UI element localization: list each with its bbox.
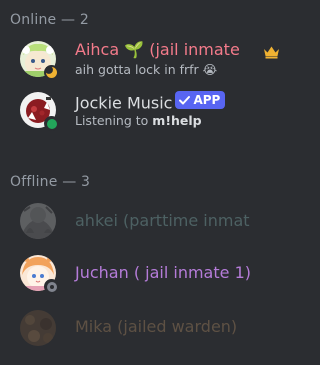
member-name: ahkei (parttime inmat — [75, 211, 250, 230]
member-jockie-music[interactable]: Jockie Music APP Listening to m!help — [0, 88, 293, 132]
member-juchan[interactable]: Juchan ( jail inmate 1) — [0, 251, 293, 295]
avatar — [20, 255, 59, 294]
online-section-header: Online — 2 — [10, 12, 89, 28]
crown-icon — [263, 44, 280, 63]
app-badge-label: APP — [193, 93, 221, 107]
member-name: Mika (jailed warden) — [75, 317, 238, 336]
activity-prefix: Listening to — [75, 113, 153, 128]
member-name: Jockie Music APP — [75, 91, 226, 114]
member-mika[interactable]: Mika (jailed warden) — [0, 306, 293, 350]
member-list: Online — 2 Aihca 🌱 (jail inmate aih gott… — [0, 0, 293, 365]
online-status-icon — [44, 116, 59, 131]
idle-status-icon — [44, 65, 59, 80]
member-activity: aih gotta lock in frfr 😭 — [75, 62, 218, 77]
member-name: Juchan ( jail inmate 1) — [75, 263, 251, 282]
avatar — [20, 203, 56, 239]
member-activity: Listening to m!help — [75, 113, 202, 129]
member-aihca[interactable]: Aihca 🌱 (jail inmate aih gotta lock in f… — [0, 37, 293, 81]
app-badge: APP — [175, 91, 226, 109]
activity-bold: m!help — [152, 113, 202, 128]
member-ahkei[interactable]: ahkei (parttime inmat — [0, 199, 293, 243]
avatar — [20, 310, 56, 346]
member-name: Aihca 🌱 (jail inmate — [75, 40, 240, 59]
checkmark-icon — [179, 95, 191, 104]
offline-status-icon — [44, 279, 59, 294]
offline-section-header: Offline — 3 — [10, 174, 91, 190]
avatar — [20, 41, 59, 80]
avatar — [20, 92, 59, 131]
member-name-text: Jockie Music — [75, 93, 173, 113]
